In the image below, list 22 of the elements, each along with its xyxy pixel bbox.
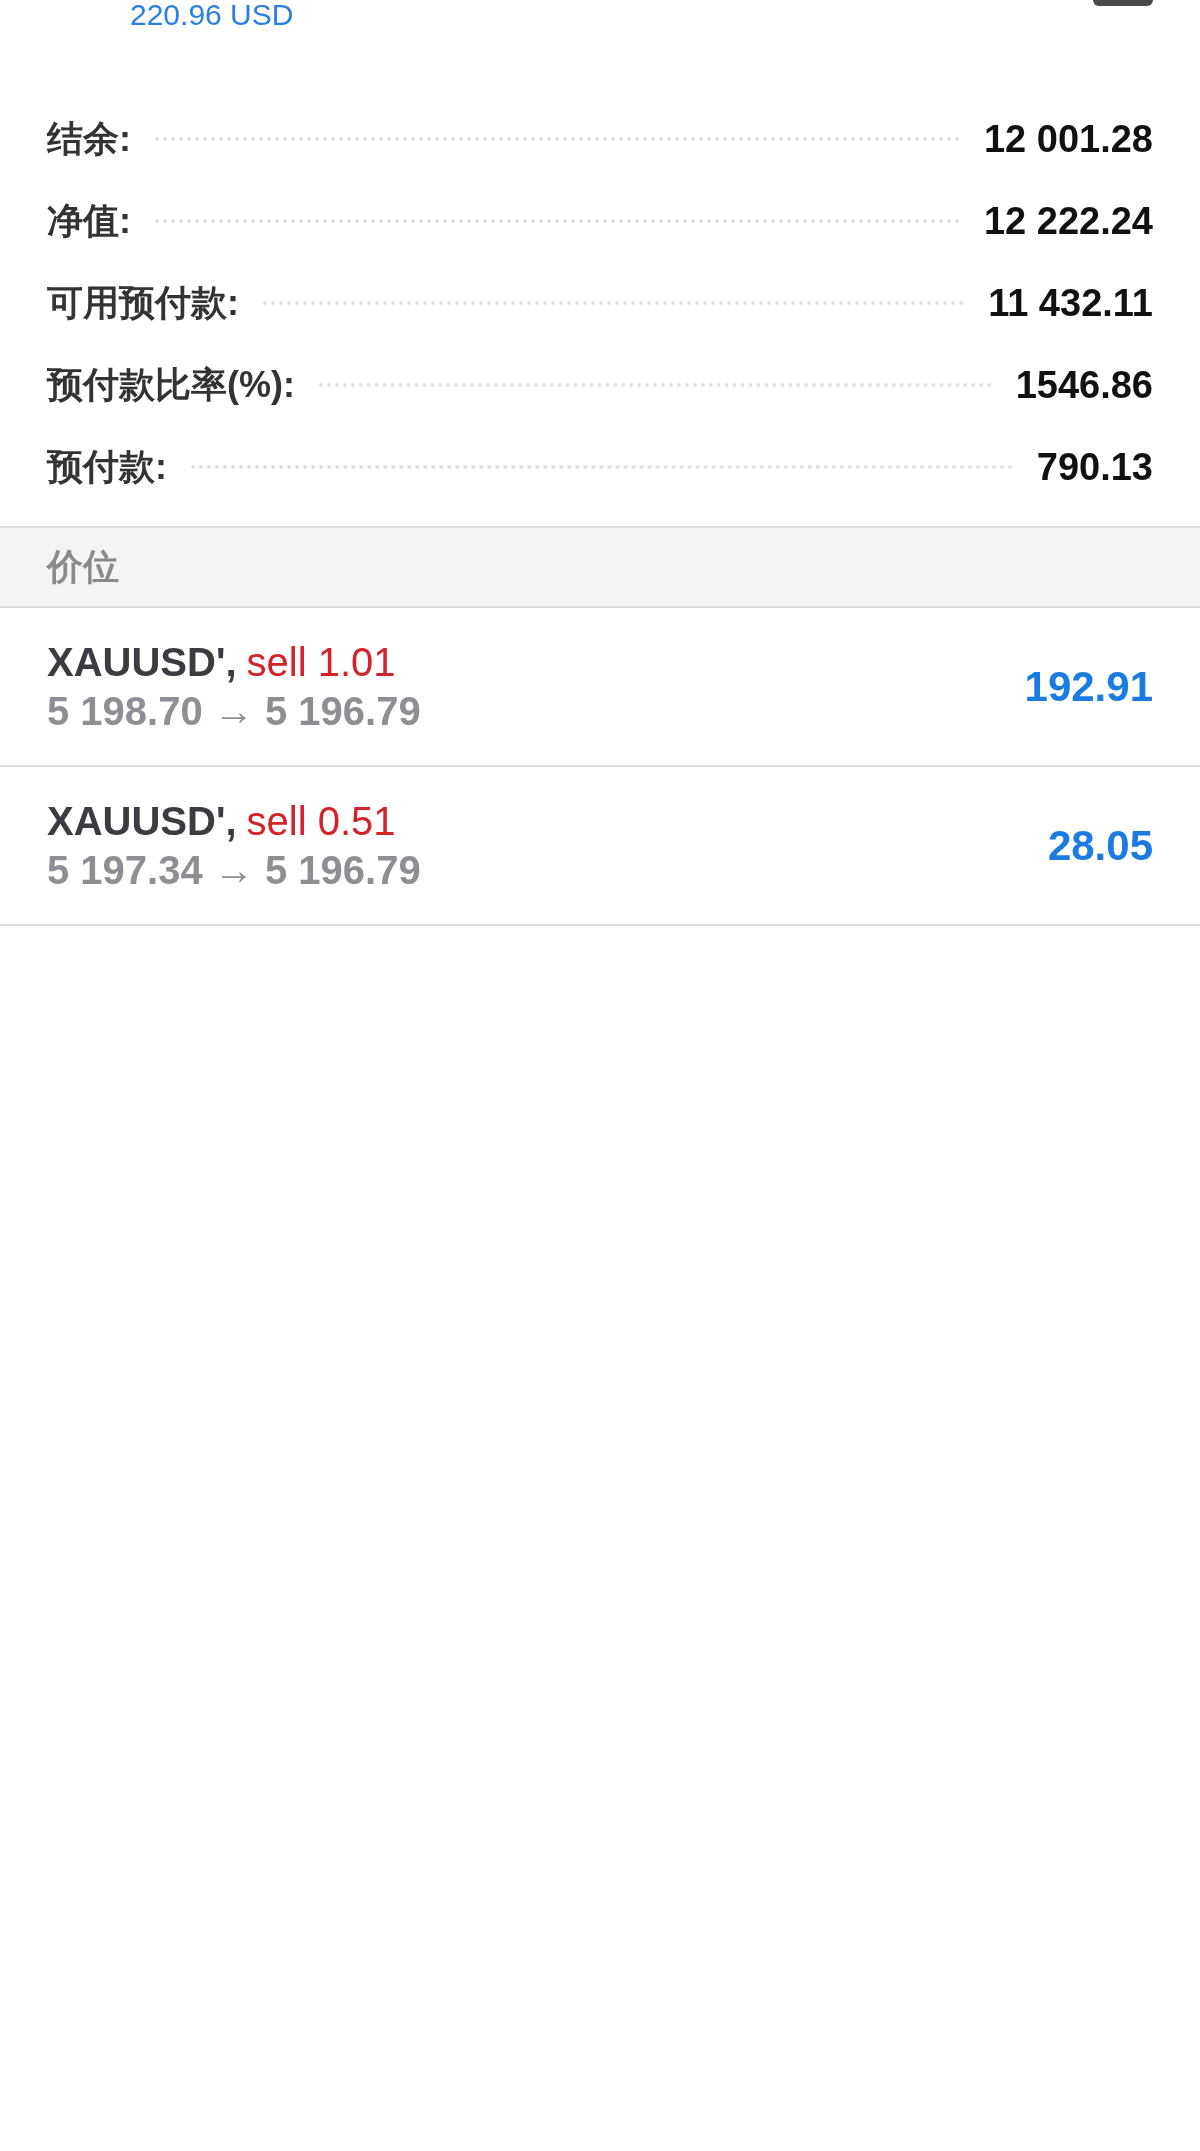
- order-label: sell 1.01: [246, 639, 396, 685]
- summary-label: 预付款:: [47, 444, 167, 489]
- balance-amount: 220.96 USD: [130, 0, 294, 30]
- summary-label: 可用预付款:: [47, 280, 239, 325]
- price-range: 5 197.34 → 5 196.79: [47, 847, 421, 893]
- summary-value: 11 432.11: [988, 281, 1153, 325]
- position-row[interactable]: XAUUSD', sell 1.01 5 198.70 → 5 196.79 192.91: [0, 608, 1200, 767]
- price-range: 5 198.70 → 5 196.79: [47, 688, 421, 734]
- order-label: sell 0.51: [246, 798, 396, 844]
- profit-value: 192.91: [1024, 662, 1153, 711]
- summary-value: 790.13: [1036, 445, 1153, 489]
- position-row[interactable]: XAUUSD', sell 0.51 5 197.34 → 5 196.79 28.05: [0, 767, 1200, 926]
- summary-label: 预付款比率(%):: [47, 362, 295, 407]
- summary-value: 12 001.28: [983, 117, 1153, 161]
- symbol-label: XAUUSD',: [47, 639, 237, 685]
- section-title: 价位: [47, 544, 119, 589]
- profit-value: 28.05: [1047, 821, 1153, 870]
- summary-value: 12 222.24: [983, 199, 1153, 243]
- summary-label: 结余:: [47, 116, 131, 161]
- summary-label: 净值:: [47, 198, 131, 243]
- summary-value: 1546.86: [1015, 363, 1153, 407]
- symbol-label: XAUUSD',: [47, 798, 237, 844]
